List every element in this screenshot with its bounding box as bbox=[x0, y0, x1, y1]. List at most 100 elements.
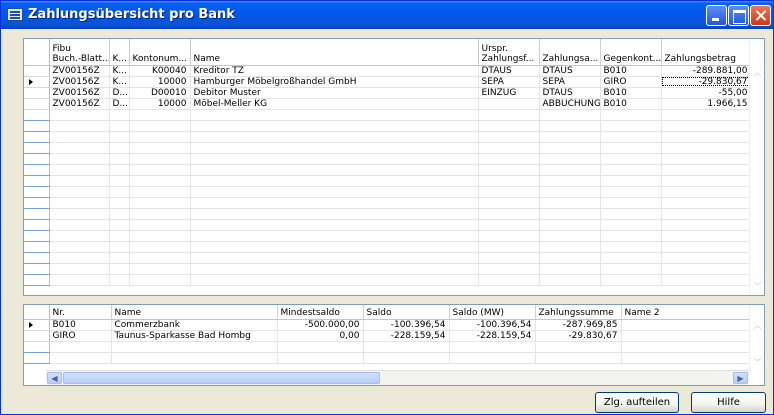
table-cell[interactable] bbox=[129, 274, 191, 286]
table-cell[interactable] bbox=[539, 252, 601, 264]
table-cell[interactable]: K... bbox=[109, 76, 130, 88]
table-cell[interactable] bbox=[539, 109, 601, 121]
title-bar[interactable]: Zahlungsübersicht pro Bank bbox=[1, 1, 773, 29]
scroll-down-icon[interactable]: ﹀ bbox=[752, 281, 763, 292]
column-header-account-no[interactable]: Kontonum... bbox=[129, 39, 191, 66]
table-cell[interactable] bbox=[478, 164, 540, 176]
column-header-balance-lcy[interactable]: Saldo (MW) bbox=[449, 305, 536, 320]
table-cell[interactable] bbox=[190, 230, 479, 242]
table-cell[interactable] bbox=[129, 109, 191, 121]
bank-summary-grid[interactable]: Nr. Name Mindestsaldo Saldo Saldo (MW) Z… bbox=[23, 304, 765, 386]
table-cell[interactable] bbox=[363, 341, 450, 353]
column-header-balance[interactable]: Saldo bbox=[363, 305, 450, 320]
table-cell[interactable]: 0,00 bbox=[277, 330, 364, 342]
column-header-payment-type[interactable]: Zahlungsa... bbox=[539, 39, 601, 66]
column-header-account-type[interactable]: K... bbox=[109, 39, 130, 66]
table-cell[interactable]: -287.969,85 bbox=[535, 319, 622, 331]
empty-row[interactable] bbox=[24, 230, 752, 242]
table-cell[interactable] bbox=[190, 208, 479, 220]
table-cell[interactable] bbox=[661, 263, 752, 275]
table-cell[interactable]: ZV00156Z bbox=[49, 98, 110, 110]
row-selector[interactable] bbox=[24, 197, 50, 209]
table-cell[interactable]: DTAUS bbox=[539, 65, 601, 77]
row-selector[interactable] bbox=[24, 219, 50, 231]
table-cell[interactable] bbox=[109, 164, 130, 176]
table-cell[interactable] bbox=[478, 120, 540, 132]
table-cell[interactable] bbox=[109, 230, 130, 242]
current-row-indicator[interactable] bbox=[24, 319, 50, 331]
table-cell[interactable] bbox=[621, 330, 752, 342]
table-cell[interactable] bbox=[109, 219, 130, 231]
table-cell[interactable]: Commerzbank bbox=[111, 319, 278, 331]
table-cell[interactable]: ZV00156Z bbox=[49, 76, 110, 88]
empty-row[interactable] bbox=[24, 197, 752, 209]
table-cell[interactable]: -100.396,54 bbox=[363, 319, 450, 331]
table-cell[interactable]: B010 bbox=[49, 319, 112, 331]
table-cell[interactable]: -289.881,00 bbox=[661, 65, 752, 77]
table-cell[interactable]: GIRO bbox=[600, 76, 662, 88]
table-cell[interactable] bbox=[49, 153, 110, 165]
table-cell[interactable] bbox=[109, 131, 130, 143]
vertical-scrollbar[interactable]: ︿ ﹀ bbox=[749, 305, 764, 370]
table-cell[interactable] bbox=[190, 142, 479, 154]
table-cell[interactable] bbox=[478, 131, 540, 143]
column-header-min-balance[interactable]: Mindestsaldo bbox=[277, 305, 364, 320]
column-header-journal[interactable]: Fibu Buch.-Blatt... bbox=[49, 39, 110, 66]
table-cell[interactable]: 1.966,15 bbox=[661, 98, 752, 110]
table-cell[interactable] bbox=[449, 341, 536, 353]
table-cell[interactable] bbox=[600, 241, 662, 253]
table-cell[interactable] bbox=[478, 153, 540, 165]
table-cell[interactable] bbox=[600, 219, 662, 231]
table-cell[interactable] bbox=[661, 142, 752, 154]
empty-row[interactable] bbox=[24, 352, 752, 364]
table-cell[interactable] bbox=[190, 120, 479, 132]
empty-row[interactable] bbox=[24, 341, 752, 353]
table-cell[interactable]: ABBUCHUNG bbox=[539, 98, 601, 110]
table-cell[interactable] bbox=[661, 230, 752, 242]
table-cell[interactable] bbox=[600, 197, 662, 209]
table-cell[interactable] bbox=[129, 263, 191, 275]
table-cell[interactable] bbox=[539, 208, 601, 220]
empty-row[interactable] bbox=[24, 241, 752, 253]
table-cell[interactable] bbox=[129, 197, 191, 209]
empty-row[interactable] bbox=[24, 131, 752, 143]
vertical-scrollbar[interactable]: ︿ ﹀ bbox=[749, 39, 764, 295]
table-row[interactable]: ZV00156Z K... K00040 Kreditor TZ DTAUS DTAUS B… bbox=[24, 65, 752, 77]
table-cell[interactable] bbox=[190, 263, 479, 275]
table-cell[interactable] bbox=[109, 186, 130, 198]
maximize-button[interactable] bbox=[728, 5, 749, 26]
table-cell[interactable] bbox=[478, 274, 540, 286]
row-selector[interactable] bbox=[24, 230, 50, 242]
empty-row[interactable] bbox=[24, 164, 752, 176]
row-selector[interactable] bbox=[24, 87, 50, 99]
table-cell[interactable] bbox=[478, 219, 540, 231]
table-cell[interactable]: GIRO bbox=[49, 330, 112, 342]
table-row[interactable]: ZV00156Z K... 10000 Hamburger Möbelgroßhand… bbox=[24, 76, 752, 88]
table-cell[interactable] bbox=[190, 252, 479, 264]
table-cell[interactable] bbox=[539, 274, 601, 286]
table-cell[interactable] bbox=[621, 341, 752, 353]
empty-row[interactable] bbox=[24, 274, 752, 286]
empty-row[interactable] bbox=[24, 219, 752, 231]
table-cell[interactable] bbox=[661, 153, 752, 165]
empty-row[interactable] bbox=[24, 142, 752, 154]
table-cell[interactable] bbox=[190, 109, 479, 121]
column-header-bank-name[interactable]: Name bbox=[111, 305, 278, 320]
table-cell[interactable] bbox=[190, 175, 479, 187]
table-cell[interactable] bbox=[478, 263, 540, 275]
table-cell[interactable] bbox=[478, 142, 540, 154]
scroll-right-icon[interactable]: ▶ bbox=[733, 372, 748, 384]
table-cell[interactable]: -29.830,67 bbox=[661, 76, 752, 88]
table-cell[interactable] bbox=[661, 175, 752, 187]
table-cell[interactable] bbox=[49, 142, 110, 154]
table-cell[interactable]: Taunus-Sparkasse Bad Hombg bbox=[111, 330, 278, 342]
table-cell[interactable] bbox=[49, 175, 110, 187]
table-cell[interactable]: 10000 bbox=[129, 76, 191, 88]
table-cell[interactable] bbox=[109, 263, 130, 275]
table-cell[interactable] bbox=[661, 274, 752, 286]
table-cell[interactable]: -228.159,54 bbox=[449, 330, 536, 342]
current-row-indicator[interactable] bbox=[24, 76, 50, 88]
table-cell[interactable] bbox=[49, 274, 110, 286]
table-cell[interactable] bbox=[661, 164, 752, 176]
table-cell[interactable] bbox=[190, 241, 479, 253]
